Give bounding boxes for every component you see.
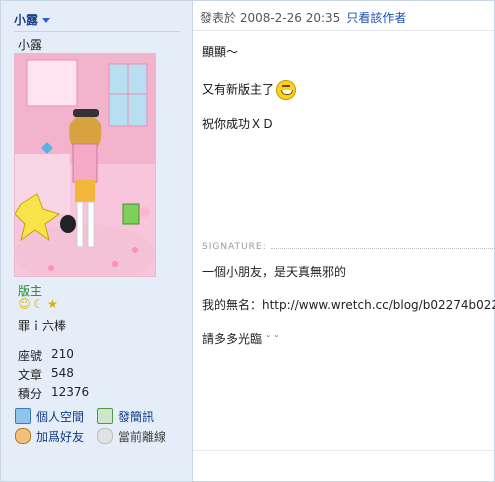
personal-space-label[interactable]: 個人空間 (36, 408, 84, 425)
stat-value: 12376 (51, 385, 90, 399)
stat-value: 548 (51, 366, 74, 380)
author-username[interactable]: 小露 (14, 13, 38, 27)
post-meta: 發表於 2008-2-26 20:35 只看該作者 (200, 9, 406, 26)
post-content-area: 發表於 2008-2-26 20:35 只看該作者 顯顯～ 又有新版主了 祝你成功… (193, 1, 495, 481)
rank-icons: ☺ ☾ ★ (18, 298, 59, 312)
author-display-name: 小露 (18, 38, 43, 52)
signature-blog-link[interactable]: 我的無名：http://www.wretch.cc/blog/b02274b02… (202, 296, 495, 313)
signature-divider (271, 248, 493, 249)
send-message-label[interactable]: 發簡訊 (118, 408, 154, 425)
author-stats: 座號 210 文章 548 積分 12376 (18, 347, 89, 404)
divider (193, 30, 494, 31)
post-line: 又有新版主了 (202, 82, 275, 97)
divider (14, 31, 180, 32)
post-line: 顯顯～ (202, 45, 239, 59)
send-message-link[interactable]: 發簡訊 (97, 407, 154, 425)
grin-emoji-icon (276, 80, 297, 100)
signature-line-text: 請多多光臨 (202, 332, 263, 346)
stat-label: 積分 (18, 387, 43, 401)
only-author-link[interactable]: 只看該作者 (346, 11, 406, 25)
smile-icon: ☺ (18, 297, 31, 311)
signature-line: 一個小朋友，是天真無邪的 (202, 265, 347, 279)
post-line-with-emoji: 又有新版主了 (202, 80, 297, 100)
stat-row: 文章 548 (18, 366, 89, 385)
stat-value: 210 (51, 347, 74, 361)
post-container: 小露 小露 版主 ☺ ☾ ★ 罪ｉ六棒 座號 210 文章 548 積分 123… (0, 0, 495, 482)
avatar[interactable] (14, 53, 156, 277)
moon-icon: ☾ (33, 297, 44, 311)
home-icon (15, 408, 31, 424)
add-user-icon (15, 428, 31, 444)
offline-user-icon (97, 428, 113, 444)
add-friend-link[interactable]: 加爲好友 (15, 427, 84, 445)
divider (193, 450, 494, 451)
stat-label: 文章 (18, 368, 43, 382)
add-friend-label[interactable]: 加爲好友 (36, 428, 84, 445)
signature-label: SIGNATURE: (202, 242, 267, 252)
author-username-menu[interactable]: 小露 (14, 11, 51, 28)
stat-row: 積分 12376 (18, 385, 89, 404)
personal-space-link[interactable]: 個人空間 (15, 407, 84, 425)
signature-label-text: SIGNATURE (202, 242, 263, 252)
online-status-label: 當前離線 (118, 429, 167, 444)
avatar-image (15, 54, 155, 276)
online-status: 當前離線 (97, 427, 166, 445)
chevron-down-icon: ˇ ˇ (265, 335, 280, 346)
star-icon: ★ (47, 297, 58, 311)
stat-label: 座號 (18, 349, 43, 363)
post-timestamp: 發表於 2008-2-26 20:35 (200, 11, 341, 25)
rank-text: 罪ｉ六棒 (18, 319, 67, 333)
signature-line: 請多多光臨 ˇ ˇ (202, 330, 279, 347)
stat-row: 座號 210 (18, 347, 89, 366)
author-sidebar: 小露 小露 版主 ☺ ☾ ★ 罪ｉ六棒 座號 210 文章 548 積分 123… (1, 1, 193, 481)
chevron-down-icon[interactable] (42, 18, 51, 23)
post-line: 祝你成功ＸＤ (202, 117, 275, 131)
message-icon (97, 408, 113, 424)
